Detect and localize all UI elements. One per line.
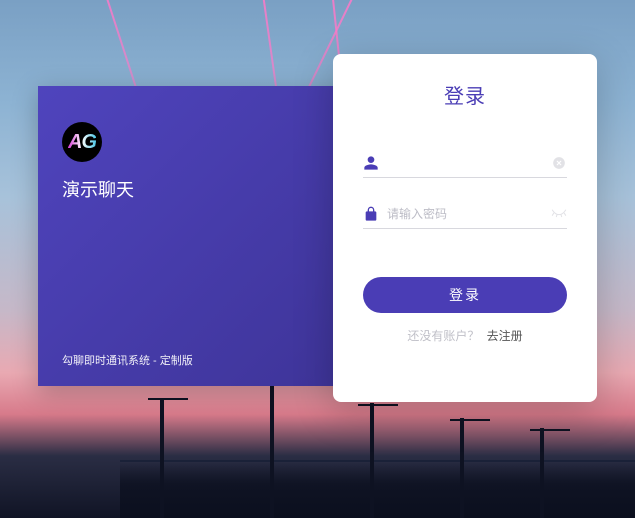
login-card: 登录 登录 还没有账户？ 去注册: [333, 54, 597, 402]
bg-crossbar: [530, 429, 570, 431]
bg-pole: [540, 428, 544, 518]
brand-logo-text: AG: [68, 131, 96, 154]
register-row: 还没有账户？ 去注册: [363, 327, 567, 344]
bg-pole: [370, 403, 374, 518]
username-field[interactable]: [363, 149, 567, 178]
bg-crossbar: [450, 419, 490, 421]
bg-pole: [160, 398, 164, 518]
eye-closed-icon[interactable]: [551, 206, 567, 222]
bg-crossbar: [148, 398, 188, 400]
register-prompt: 还没有账户？: [407, 329, 479, 343]
user-icon: [363, 155, 379, 171]
password-input[interactable]: [387, 207, 543, 221]
brand-footer: 勾聊即时通讯系统 - 定制版: [62, 352, 193, 368]
lock-icon: [363, 206, 379, 222]
login-button[interactable]: 登录: [363, 277, 567, 313]
brand-title: 演示聊天: [62, 176, 332, 202]
login-title: 登录: [363, 80, 567, 109]
bg-crossbar: [358, 404, 398, 406]
password-field[interactable]: [363, 200, 567, 229]
bg-pole: [270, 383, 274, 518]
brand-logo: AG: [62, 122, 102, 162]
username-input[interactable]: [387, 156, 543, 170]
brand-panel: AG 演示聊天 勾聊即时通讯系统 - 定制版: [38, 86, 356, 386]
bg-pole: [460, 418, 464, 518]
bg-pier: [120, 460, 635, 518]
register-link[interactable]: 去注册: [487, 329, 523, 343]
clear-circle-icon[interactable]: [551, 155, 567, 171]
